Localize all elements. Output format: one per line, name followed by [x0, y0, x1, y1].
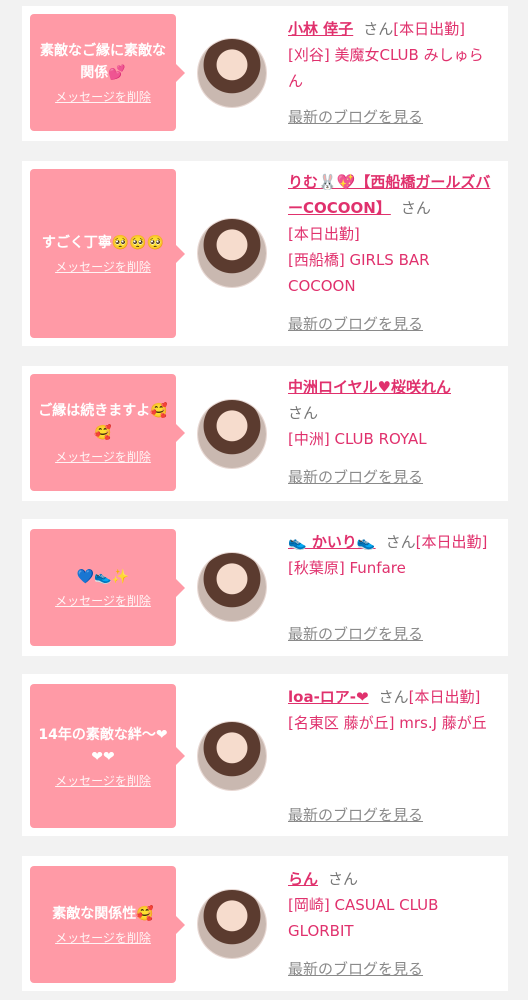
honorific: さん	[363, 20, 394, 38]
avatar[interactable]	[198, 219, 266, 287]
girl-name-link[interactable]: loa-ロア-❤	[288, 688, 369, 706]
blog-link[interactable]: 最新のブログを見る	[288, 623, 423, 644]
message-text: 💙👟✨	[76, 569, 130, 585]
girl-info: loa-ロア-❤ さん[本日出勤] [名東区 藤が丘] mrs.J 藤が丘	[288, 684, 498, 736]
message-text: ご縁は続きますよ🥰🥰	[38, 403, 168, 441]
blog-link[interactable]: 最新のブログを見る	[288, 106, 423, 127]
message-bubble: すごく丁寧🥺🥺🥺 メッセージを削除	[30, 169, 185, 338]
blog-link[interactable]: 最新のブログを見る	[288, 466, 423, 487]
shop-label: [秋葉原] Funfare	[288, 559, 406, 577]
delete-message-link[interactable]: メッセージを削除	[55, 929, 151, 946]
girl-info: りむ🐰💖【西船橋ガールズバーCOCOON】 さん [本日出勤] [西船橋] GIR…	[288, 169, 498, 299]
message-text: 素敵なご縁に素敵な関係💕	[40, 43, 166, 81]
honorific: さん	[385, 533, 416, 551]
message-bubble: 素敵な関係性🥰 メッセージを削除	[30, 866, 185, 983]
shop-label: [西船橋] GIRLS BAR COCOON	[288, 251, 430, 295]
status-label: [本日出勤]	[415, 533, 488, 551]
honorific: さん	[378, 688, 409, 706]
status-label: [本日出勤]	[393, 20, 465, 38]
delete-message-link[interactable]: メッセージを削除	[55, 88, 151, 105]
blog-link[interactable]: 最新のブログを見る	[288, 313, 423, 334]
message-bubble: 素敵なご縁に素敵な関係💕 メッセージを削除	[30, 14, 185, 131]
girl-name-link[interactable]: らん	[288, 870, 318, 888]
honorific: さん	[328, 870, 359, 888]
honorific: さん	[288, 404, 319, 422]
message-card: 素敵なご縁に素敵な関係💕 メッセージを削除 小林 倖子 さん[本日出勤] [刈谷]…	[22, 6, 508, 141]
girl-info: らん さん [岡崎] CASUAL CLUB GLORBIT	[288, 866, 498, 944]
shop-label: [中洲] CLUB ROYAL	[288, 430, 427, 448]
girl-info: 小林 倖子 さん[本日出勤] [刈谷] 美魔女CLUB みしゅらん	[288, 16, 498, 94]
avatar[interactable]	[198, 400, 266, 468]
girl-name-link[interactable]: 👟 かいり👟	[288, 533, 376, 551]
message-card: 💙👟✨ メッセージを削除 👟 かいり👟 さん[本日出勤] [秋葉原] Funfar…	[22, 519, 508, 656]
status-label: [本日出勤]	[408, 688, 481, 706]
shop-label: [名東区 藤が丘] mrs.J 藤が丘	[288, 714, 487, 732]
message-card: すごく丁寧🥺🥺🥺 メッセージを削除 りむ🐰💖【西船橋ガールズバーCOCOON】さ…	[22, 161, 508, 346]
message-card: ご縁は続きますよ🥰🥰 メッセージを削除 中洲ロイヤル♥桜咲れん さん [中洲] …	[22, 366, 508, 501]
status-label: [本日出勤]	[288, 225, 360, 243]
girl-name-link[interactable]: 小林 倖子	[288, 20, 353, 38]
girl-info: 👟 かいり👟 さん[本日出勤] [秋葉原] Funfare	[288, 529, 498, 581]
message-bubble: 14年の素敵な絆〜❤❤❤ メッセージを削除	[30, 684, 185, 828]
message-text: すごく丁寧🥺🥺🥺	[41, 235, 165, 251]
avatar[interactable]	[198, 722, 266, 790]
message-card: 14年の素敵な絆〜❤❤❤ メッセージを削除 loa-ロア-❤ さん[本日出勤] […	[22, 674, 508, 836]
shop-label: [刈谷] 美魔女CLUB みしゅらん	[288, 46, 484, 90]
avatar[interactable]	[198, 890, 266, 958]
honorific: さん	[400, 199, 431, 217]
delete-message-link[interactable]: メッセージを削除	[55, 592, 151, 609]
message-card: 素敵な関係性🥰 メッセージを削除 らん さん [岡崎] CASUAL CLUB G…	[22, 856, 508, 991]
girl-name-link[interactable]: 中洲ロイヤル♥桜咲れん	[288, 378, 451, 396]
avatar[interactable]	[198, 39, 266, 107]
delete-message-link[interactable]: メッセージを削除	[55, 258, 151, 275]
message-bubble: 💙👟✨ メッセージを削除	[30, 529, 185, 646]
girl-info: 中洲ロイヤル♥桜咲れん さん [中洲] CLUB ROYAL	[288, 374, 498, 452]
message-text: 素敵な関係性🥰	[52, 906, 154, 922]
avatar[interactable]	[198, 553, 266, 621]
delete-message-link[interactable]: メッセージを削除	[55, 772, 151, 789]
shop-label: [岡崎] CASUAL CLUB GLORBIT	[288, 896, 439, 940]
girl-name-link[interactable]: りむ🐰💖【西船橋ガールズバーCOCOON】	[288, 173, 490, 217]
blog-link[interactable]: 最新のブログを見る	[288, 958, 423, 979]
delete-message-link[interactable]: メッセージを削除	[55, 448, 151, 465]
message-text: 14年の素敵な絆〜❤❤❤	[38, 726, 168, 765]
message-bubble: ご縁は続きますよ🥰🥰 メッセージを削除	[30, 374, 185, 491]
blog-link[interactable]: 最新のブログを見る	[288, 804, 423, 825]
